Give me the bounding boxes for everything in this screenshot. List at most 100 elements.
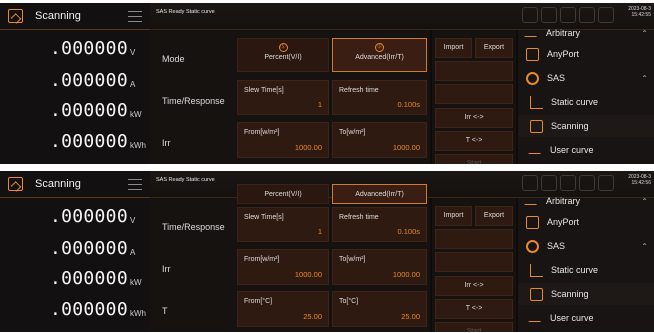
sidebar-item-static-curve[interactable]: Static curve (518, 91, 654, 113)
gear-icon (526, 239, 539, 253)
sidebar-item-arbitrary[interactable]: Arbitrary ⌃ (518, 190, 654, 212)
import-button[interactable]: Import (435, 206, 472, 226)
export-button[interactable]: Export (475, 206, 513, 226)
clock-time: 15:42:55 (631, 12, 651, 18)
left-panel-title: Scanning (35, 178, 81, 190)
battery-icon[interactable] (522, 175, 538, 191)
field-value: 25.00 (303, 312, 322, 321)
sidebar-item-label: AnyPort (547, 49, 580, 59)
irr-to-field[interactable]: To[w/m²] 1000.00 (332, 249, 427, 285)
mode-option-advanced[interactable]: Ⓢ Advanced(Irr/T) (332, 38, 427, 72)
mode-option-advanced[interactable]: Advanced(Irr/T) (332, 184, 427, 204)
field-value: 0.100s (397, 227, 420, 236)
t-from-field[interactable]: From[°C] 25.00 (237, 291, 329, 327)
field-value: 1000.00 (392, 270, 420, 279)
field-title: From[w/m²] (244, 256, 280, 263)
settings-panel: Mode Ⓢ Percent(V/I) Ⓢ Advanced(Irr/T) Ti… (150, 30, 430, 164)
meter-value: .000000 (50, 206, 128, 227)
battery-icon[interactable] (522, 7, 538, 23)
sidebar-item-label: AnyPort (547, 217, 580, 227)
sidebar-item-user-curve[interactable]: User curve (518, 139, 654, 161)
slew-time-field[interactable]: Slew Time[s] 1 (237, 207, 329, 242)
slew-time-field[interactable]: Slew Time[s] 1 (237, 80, 329, 115)
mode-option-percent[interactable]: Ⓢ Percent(V/I) (237, 38, 329, 72)
meter-unit: V (129, 48, 136, 57)
irr-to-field[interactable]: To[w/m²] 1000.00 (332, 122, 427, 158)
menu-icon[interactable] (128, 179, 142, 190)
sidebar-item-label: SAS (547, 73, 566, 83)
menu-icon[interactable] (128, 11, 142, 22)
sidebar-item-anyport[interactable]: AnyPort (518, 211, 654, 233)
lock-icon[interactable] (541, 7, 557, 23)
screen-icon[interactable] (579, 175, 595, 191)
import-button[interactable]: Import (435, 38, 472, 58)
sidebar-item-scanning[interactable]: Scanning (518, 283, 654, 305)
irr-from-field[interactable]: From[w/m²] 1000.00 (237, 122, 329, 158)
chevron-icon: ⌃ (641, 28, 648, 38)
static-curve-icon (530, 95, 543, 109)
sidebar-item-user-curve[interactable]: User curve (518, 307, 654, 329)
sidebar-item-anyport[interactable]: AnyPort (518, 43, 654, 65)
clock: 2023-08-3 15:42:56 (628, 174, 651, 186)
irr-swap-button[interactable]: Irr <-> (435, 276, 513, 296)
start-button[interactable]: Start (435, 154, 513, 164)
meter-current: .000000 A (50, 70, 135, 91)
irr-from-field[interactable]: From[w/m²] 1000.00 (237, 249, 329, 285)
meter-energy: .000000 kWh (50, 299, 146, 320)
sidebar-item-static-curve[interactable]: Static curve (518, 259, 654, 281)
meter-value: .000000 (50, 268, 128, 289)
anyport-icon (526, 47, 539, 61)
irr-swap-button[interactable]: Irr <-> (435, 108, 513, 128)
start-button[interactable]: Start (435, 322, 513, 332)
lock-icon[interactable] (560, 7, 576, 23)
t-swap-button[interactable]: T <-> (435, 131, 513, 151)
refresh-time-field[interactable]: Refresh time 0.100s (332, 80, 427, 115)
row-label: Time/Response (162, 222, 225, 232)
lock-icon[interactable] (541, 175, 557, 191)
empty-slot (435, 84, 513, 104)
settings-panel: Percent(V/I) Advanced(Irr/T) Time/Respon… (150, 184, 430, 332)
sidebar-item-sas[interactable]: SAS ⌃ (518, 67, 654, 89)
sidebar-item-scanning[interactable]: Scanning (518, 115, 654, 137)
home-icon[interactable] (8, 177, 23, 191)
export-button[interactable]: Export (475, 38, 513, 58)
field-title: From[w/m²] (244, 129, 280, 136)
meter-unit: A (129, 80, 136, 89)
radio-icon: Ⓢ (375, 43, 384, 52)
sidebar-item-arbitrary[interactable]: Arbitrary ⌃ (518, 22, 654, 44)
mode-label: Mode (162, 54, 185, 64)
meter-unit: A (129, 248, 136, 257)
meter-value: .000000 (50, 100, 128, 121)
chevron-icon: ⌃ (641, 241, 648, 251)
field-title: Slew Time[s] (244, 214, 284, 221)
field-title: To[°C] (339, 298, 359, 305)
window-icon[interactable] (598, 175, 614, 191)
sidebar-item-label: Arbitrary (546, 196, 581, 206)
window-icon[interactable] (598, 7, 614, 23)
lock-icon[interactable] (560, 175, 576, 191)
row-label: T (162, 306, 168, 316)
home-icon[interactable] (8, 9, 23, 23)
meter-unit: kWh (129, 309, 146, 318)
t-to-field[interactable]: To[°C] 25.00 (332, 291, 427, 327)
clock: 2023-08-3 15:42:55 (628, 6, 651, 18)
screen-icon[interactable] (579, 7, 595, 23)
meter-unit: kW (129, 110, 142, 119)
anyport-icon (526, 215, 539, 229)
screenshot-frame-2: Scanning .000000 V .000000 A .000000 kW .00… (0, 171, 654, 332)
sidebar-item-label: User curve (550, 313, 594, 323)
sidebar-item-sas[interactable]: SAS ⌃ (518, 235, 654, 257)
sidebar-item-label: User curve (550, 145, 594, 155)
status-text: SAS Ready Static curve (156, 177, 215, 183)
gear-icon (526, 71, 539, 85)
clock-time: 15:42:56 (631, 180, 651, 186)
meter-value: .000000 (50, 299, 128, 320)
left-panel: Scanning .000000 V .000000 A .000000 kW .00… (0, 3, 150, 164)
user-curve-icon (528, 146, 544, 154)
refresh-time-field[interactable]: Refresh time 0.100s (332, 207, 427, 242)
t-swap-button[interactable]: T <-> (435, 299, 513, 319)
mode-option-percent[interactable]: Percent(V/I) (237, 184, 329, 204)
field-value: 1000.00 (294, 270, 322, 279)
field-value: 1000.00 (392, 143, 420, 152)
row-label: Time/Response (162, 96, 225, 106)
